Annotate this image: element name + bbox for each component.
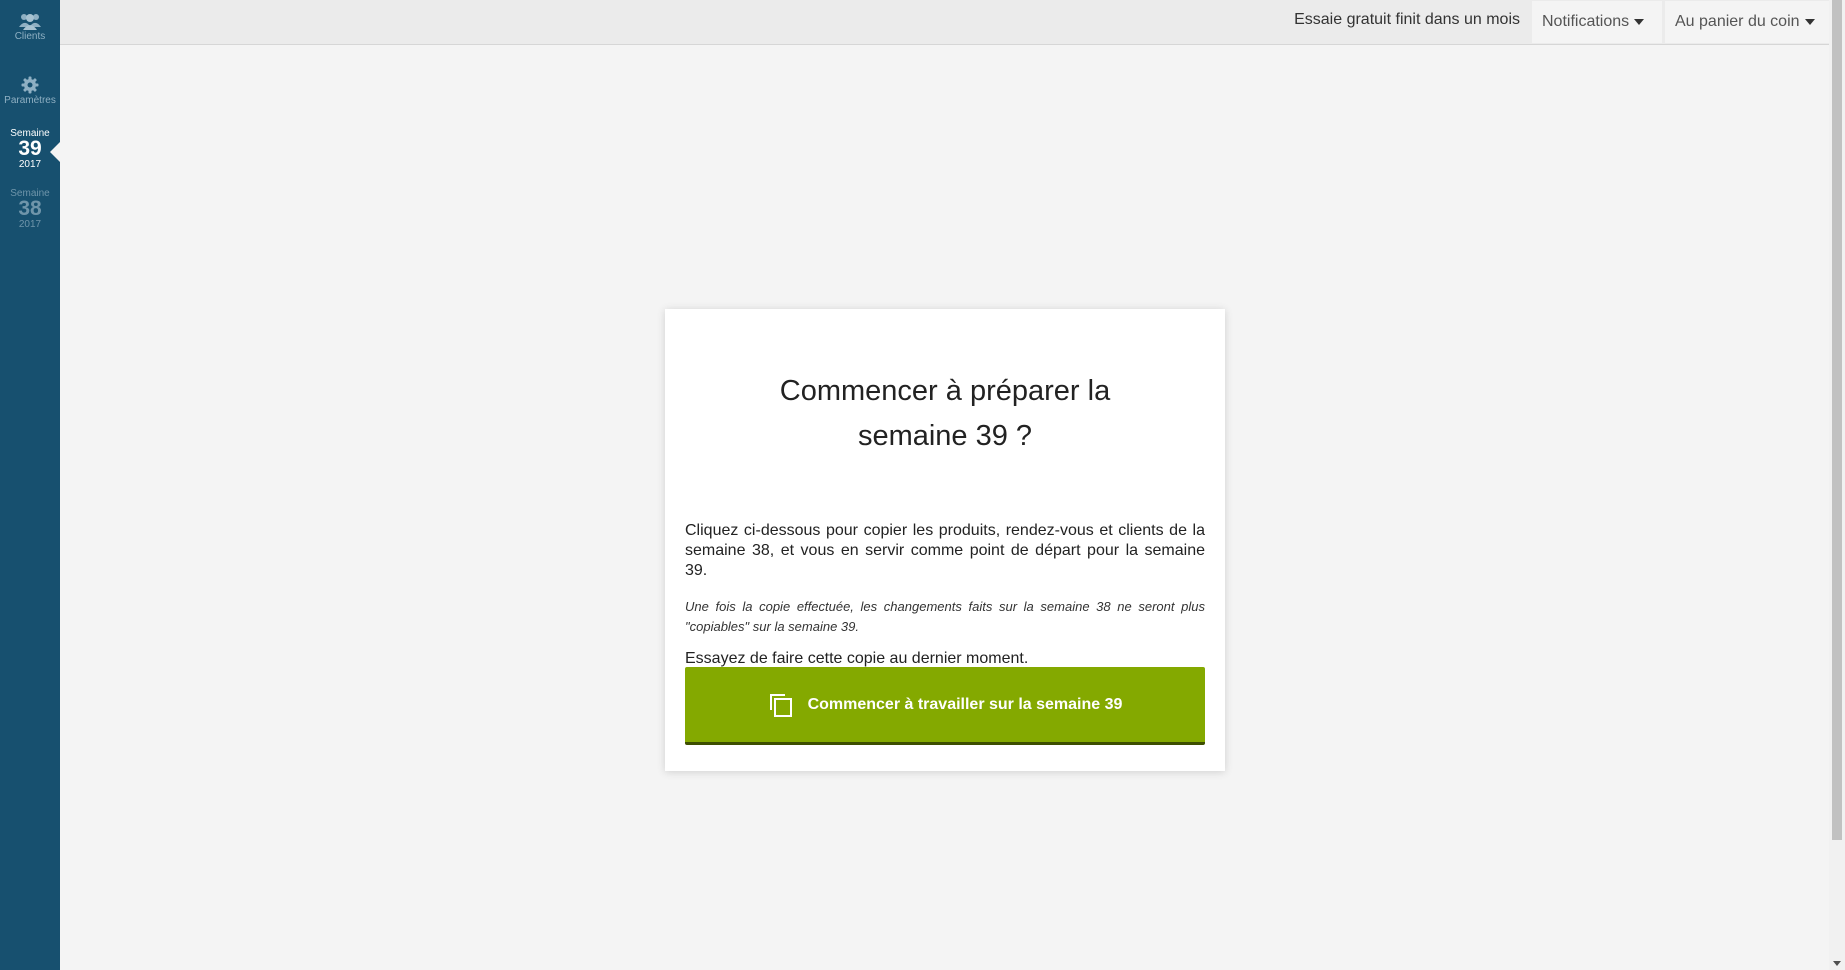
gear-icon [21, 76, 39, 94]
account-label: Au panier du coin [1675, 13, 1800, 30]
notifications-dropdown[interactable]: Notifications [1532, 1, 1662, 43]
caret-down-icon [1804, 18, 1815, 25]
trial-status-text: Essaie gratuit finit dans un mois [1294, 11, 1520, 28]
start-week-button[interactable]: Commencer à travailler sur la semaine 39 [685, 667, 1205, 745]
sidebar-item-clients[interactable]: Clients [0, 12, 60, 43]
users-icon [19, 14, 41, 30]
sidebar-item-settings[interactable]: Paramètres [0, 76, 60, 107]
top-navbar: Essaie gratuit finit dans un mois Notifi… [60, 0, 1829, 45]
start-week-card: Commencer à préparer la semaine 39 ? Cli… [665, 309, 1225, 771]
card-hint: Essayez de faire cette copie au dernier … [685, 650, 1029, 667]
sidebar-week-38[interactable]: Semaine 38 2017 [0, 188, 60, 231]
card-title: Commencer à préparer la semaine 39 ? [779, 375, 1111, 452]
scrollbar-thumb[interactable] [1832, 0, 1842, 840]
caret-down-icon [1634, 18, 1645, 25]
card-description: Cliquez ci-dessous pour copier les produ… [685, 522, 1205, 579]
active-week-indicator [50, 142, 60, 162]
card-note: Une fois la copie effectuée, les changem… [685, 599, 1205, 634]
account-dropdown[interactable]: Au panier du coin [1665, 1, 1829, 43]
notifications-label: Notifications [1542, 13, 1630, 30]
sidebar-item-label: Clients [14, 31, 46, 42]
copy-icon [769, 693, 792, 717]
sidebar-item-label: Paramètres [4, 95, 56, 106]
sidebar: Clients Paramètres Semaine 39 2017 Semai… [0, 0, 60, 970]
scroll-down-arrow-icon[interactable] [1833, 961, 1841, 966]
week-year: 2017 [18, 219, 42, 230]
start-week-button-label: Commencer à travailler sur la semaine 39 [807, 695, 1123, 713]
week-number: 38 [18, 197, 42, 220]
vertical-scrollbar[interactable] [1829, 0, 1845, 970]
